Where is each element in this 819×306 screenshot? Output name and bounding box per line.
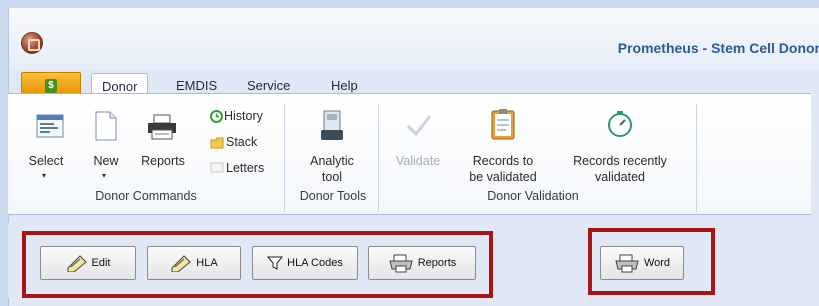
ribbon-panel: Select ▾ New ▾ Reports History Stack Let… — [8, 93, 811, 215]
stack-label: Stack — [226, 135, 258, 149]
app-menu-icon: $ — [45, 78, 57, 93]
highlight-box-word — [588, 228, 715, 295]
analytic-label-line1: Analytic — [310, 154, 354, 168]
printer-icon — [148, 114, 176, 140]
app-logo-icon[interactable] — [21, 32, 43, 54]
reports-label: Reports — [141, 154, 185, 168]
history-icon — [210, 110, 223, 123]
group-separator — [284, 104, 285, 212]
records-tbv-label-line1: Records to — [472, 154, 534, 168]
group-separator — [378, 104, 379, 212]
select-list-icon — [36, 114, 64, 138]
highlight-box-main-actions — [22, 231, 493, 298]
group-separator — [696, 104, 697, 212]
select-label: Select — [28, 154, 64, 168]
validate-check-icon — [406, 115, 432, 137]
letters-label: Letters — [226, 161, 265, 175]
select-dropdown-icon: ▾ — [42, 171, 47, 180]
new-label: New — [93, 154, 119, 168]
new-dropdown-icon: ▾ — [102, 171, 107, 180]
analytic-tool-icon — [321, 110, 343, 140]
records-tbv-label-line2: be validated — [469, 170, 537, 184]
tab-help[interactable]: Help — [331, 78, 358, 93]
letters-icon — [210, 162, 224, 173]
tab-service[interactable]: Service — [247, 78, 290, 93]
history-label: History — [224, 109, 263, 123]
records-rv-label-line1: Records recently — [573, 154, 667, 168]
group-label-donor-tools: Donor Tools — [299, 189, 367, 203]
window-title: Prometheus - Stem Cell Donor — [617, 40, 819, 56]
stopwatch-icon — [608, 111, 632, 137]
validate-label: Validate — [395, 154, 441, 168]
clipboard-icon — [491, 109, 515, 140]
stack-icon — [210, 137, 224, 149]
tab-emdis[interactable]: EMDIS — [176, 78, 217, 93]
analytic-label-line2: tool — [321, 170, 343, 184]
new-document-icon — [95, 111, 117, 141]
group-label-donor-commands: Donor Commands — [95, 189, 197, 203]
title-bar: Prometheus - Stem Cell Donor — [9, 8, 819, 70]
records-rv-label-line2: validated — [594, 170, 646, 184]
group-label-donor-validation: Donor Validation — [487, 189, 579, 203]
